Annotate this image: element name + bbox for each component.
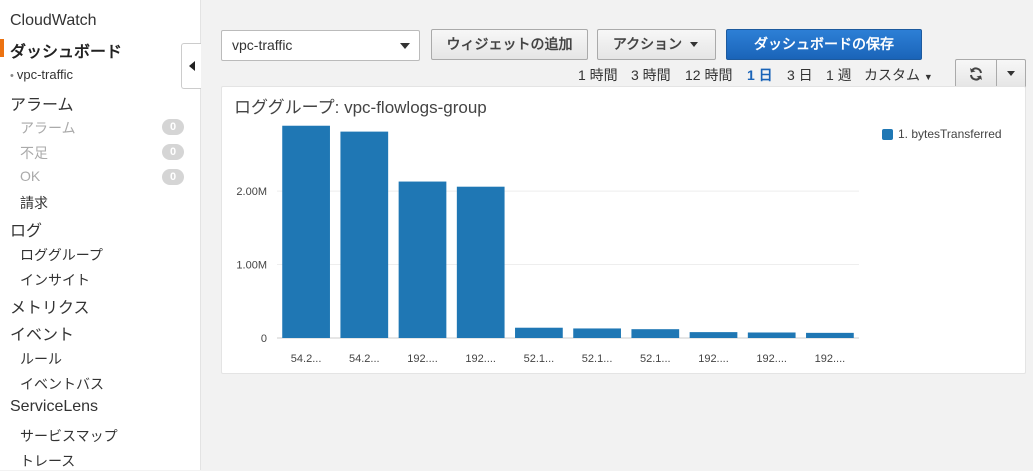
chevron-down-icon [400, 43, 410, 49]
chart-bar[interactable] [747, 332, 796, 338]
time-option-3d[interactable]: 3 日 [787, 65, 813, 85]
save-dashboard-button[interactable]: ダッシュボードの保存 [726, 29, 922, 60]
refresh-icon [970, 67, 982, 81]
custom-label: カスタム [864, 67, 920, 83]
sidebar-item-servicelens[interactable]: ServiceLens [10, 398, 98, 416]
time-option-1w[interactable]: 1 週 [826, 65, 852, 85]
x-tick-label: 192.... [465, 353, 496, 365]
x-tick-label: 192.... [756, 353, 787, 365]
x-tick-label: 192.... [407, 353, 438, 365]
sidebar-item-events[interactable]: イベント [10, 321, 74, 345]
sidebar-item-insufficient[interactable]: 不足 [20, 143, 48, 163]
x-tick-label: 54.2... [349, 353, 380, 365]
time-option-1d[interactable]: 1 日 [747, 65, 773, 85]
refresh-button[interactable] [955, 59, 997, 89]
refresh-caret-icon [1007, 71, 1015, 76]
chart-bar[interactable] [573, 328, 621, 338]
chart-bar[interactable] [398, 181, 447, 338]
chart-bar[interactable] [689, 332, 738, 338]
actions-button[interactable]: アクション [597, 29, 716, 60]
x-tick-label: 52.1... [640, 353, 671, 365]
time-option-1h[interactable]: 1 時間 [578, 65, 618, 85]
x-tick-label: 52.1... [582, 353, 613, 365]
time-option-12h[interactable]: 12 時間 [685, 65, 732, 85]
active-indicator [0, 39, 4, 57]
current-dashboard-label: vpc-traffic [16, 67, 73, 82]
x-tick-label: 54.2... [291, 353, 322, 365]
sidebar-item-service-map[interactable]: サービスマップ [20, 426, 118, 446]
sidebar-item-insights[interactable]: インサイト [20, 270, 90, 290]
custom-caret-icon: ▼ [923, 72, 933, 82]
y-tick-label: 1.00M [236, 260, 267, 272]
sidebar-item-log-groups[interactable]: ロググループ [20, 245, 103, 265]
x-tick-label: 192.... [815, 353, 846, 365]
dashboard-select-value: vpc-traffic [232, 37, 293, 53]
add-widget-button[interactable]: ウィジェットの追加 [431, 29, 588, 60]
collapse-left-icon [188, 61, 195, 71]
sidebar-item-traces[interactable]: トレース [20, 451, 75, 471]
sidebar-collapse-button[interactable] [181, 43, 201, 89]
actions-label: アクション [612, 36, 683, 52]
time-option-custom[interactable]: カスタム ▼ [864, 65, 933, 85]
chart-bar[interactable] [340, 131, 389, 338]
sidebar-item-billing[interactable]: 請求 [20, 193, 48, 213]
ok-count-badge: 0 [162, 169, 184, 185]
chart-bar[interactable] [806, 332, 854, 338]
sidebar-item-logs[interactable]: ログ [10, 217, 42, 241]
chart-bar[interactable] [515, 327, 563, 338]
chart-bar[interactable] [282, 125, 330, 338]
sidebar-item-dashboards[interactable]: ダッシュボード [10, 38, 122, 62]
time-option-3h[interactable]: 3 時間 [631, 65, 671, 85]
sidebar-item-alarms[interactable]: アラーム [10, 91, 74, 115]
sidebar-item-alarm-state[interactable]: アラーム [20, 118, 76, 138]
sidebar-item-rules[interactable]: ルール [20, 349, 62, 369]
sidebar-item-metrics[interactable]: メトリクス [10, 294, 90, 318]
y-tick-label: 2.00M [236, 186, 267, 198]
dashboard-select[interactable]: vpc-traffic [221, 30, 420, 61]
actions-caret-icon [690, 42, 698, 47]
bar-chart: 0 1.00M 2.00M 54.2... 54.2... 192.... 192.... 5… [236, 125, 859, 365]
sidebar-item-current-dashboard[interactable]: • vpc-traffic [10, 67, 73, 82]
refresh-options-button[interactable] [996, 59, 1026, 89]
alarm-count-badge: 0 [162, 119, 184, 135]
sidebar-item-event-buses[interactable]: イベントバス [20, 374, 104, 394]
sidebar-item-ok[interactable]: OK [20, 168, 40, 184]
sidebar: CloudWatch ダッシュボード • vpc-traffic アラーム アラー… [0, 0, 201, 470]
x-tick-label: 192.... [698, 353, 729, 365]
sidebar-title[interactable]: CloudWatch [10, 12, 97, 30]
bullet-icon: • [10, 70, 14, 82]
chart-bar[interactable] [456, 186, 505, 338]
x-tick-label: 52.1... [524, 353, 555, 365]
y-tick-label: 0 [261, 333, 267, 345]
insufficient-count-badge: 0 [162, 144, 184, 160]
dashboard-widget[interactable]: ロググループ: vpc-flowlogs-group 1. bytesTrans… [221, 86, 1026, 374]
chart-bar[interactable] [631, 329, 680, 338]
